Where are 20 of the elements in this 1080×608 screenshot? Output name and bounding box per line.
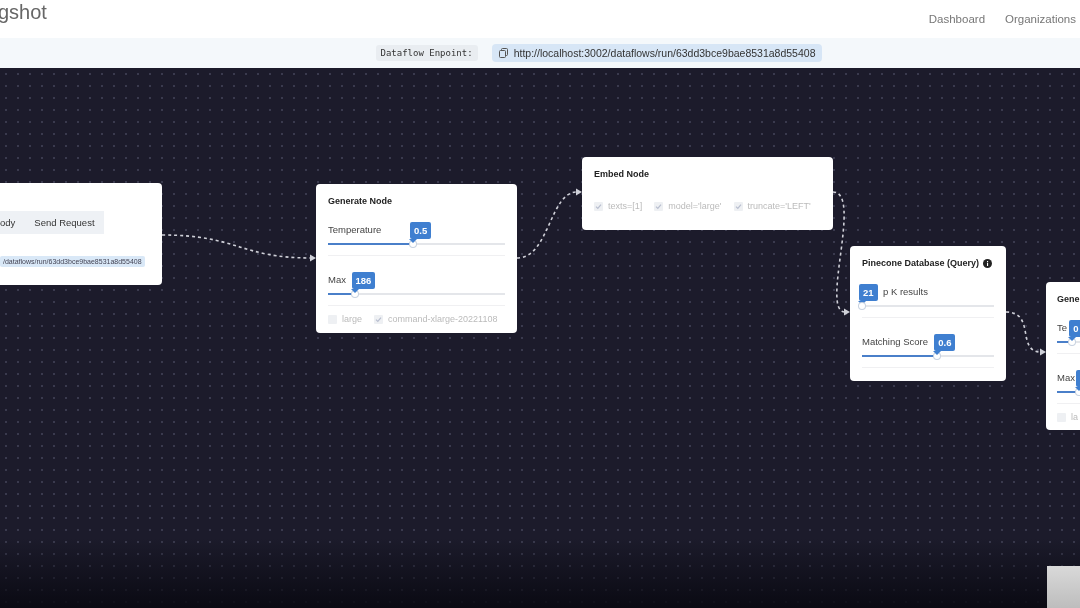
node-title: Pinecone Database (Query)	[862, 258, 980, 268]
slider-label: Max	[1057, 372, 1075, 383]
action-tab[interactable]: Send Request	[24, 211, 104, 234]
nav-link[interactable]: Dashboard	[928, 13, 986, 25]
node-title: Embed Node	[594, 169, 649, 179]
slider-label: Matching Score	[862, 336, 928, 347]
nav-link[interactable]: Organizations	[1005, 13, 1076, 25]
flow-node[interactable]: Embed Node texts=[1] model='large' truncate='LEFT'	[582, 157, 833, 230]
node-title: Gene	[1057, 294, 1080, 304]
value-tooltip: 21	[859, 284, 878, 301]
slider-label: Temperature	[328, 224, 382, 235]
flow-node[interactable]: Generate Node Temperature 0.5 Max 186 large command-xlarge-20221108	[316, 184, 517, 333]
slider-label: Te	[1057, 322, 1068, 333]
action-tab[interactable]: ody	[0, 211, 25, 234]
slider-label: p K results	[883, 286, 928, 297]
node-title: Generate Node	[328, 196, 393, 206]
endpoint-label: Dataflow Enpoint:	[375, 45, 478, 61]
endpoint-url[interactable]: http://localhost:3002/dataflows/run/63dd3bce9bae8531a8d55408	[491, 44, 823, 62]
flow-node[interactable]: Pinecone Database (Query) 21 p K results Matching Score 0.6	[850, 246, 1006, 381]
slider-label: Max	[328, 274, 346, 285]
